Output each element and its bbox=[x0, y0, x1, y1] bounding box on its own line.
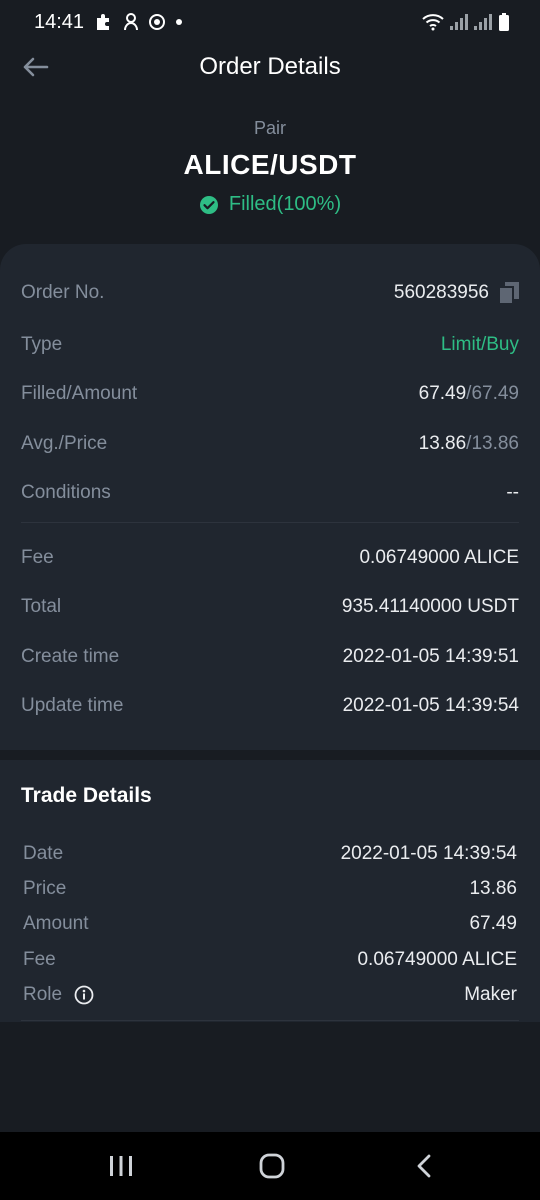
page-title: Order Details bbox=[199, 53, 341, 80]
status-time: 14:41 bbox=[34, 10, 85, 33]
filled-amount-label: Filled/Amount bbox=[21, 383, 138, 404]
filled-value: 67.49 bbox=[418, 383, 467, 404]
create-time-row: Create time 2022-01-05 14:39:51 bbox=[21, 642, 519, 672]
signal-icon-2 bbox=[474, 14, 492, 30]
home-button[interactable] bbox=[252, 1150, 292, 1182]
chevron-left-icon bbox=[417, 1154, 431, 1178]
trade-fee-label: Fee bbox=[23, 949, 56, 970]
trade-fee-row: Fee 0.06749000 ALICE bbox=[23, 946, 517, 974]
header: Order Details bbox=[0, 44, 540, 90]
avg-price-row: Avg./Price 13.86 /13.86 bbox=[21, 429, 519, 459]
type-row: Type Limit/Buy bbox=[21, 330, 519, 360]
status-bar: 14:41 bbox=[0, 0, 540, 44]
home-icon bbox=[259, 1153, 285, 1179]
divider bbox=[21, 1020, 519, 1021]
order-status: Filled(100%) bbox=[0, 193, 540, 216]
trade-price-label: Price bbox=[23, 878, 67, 899]
total-label: Total bbox=[21, 596, 62, 617]
order-no-row: Order No. 560283956 bbox=[21, 278, 519, 308]
fee-row: Fee 0.06749000 ALICE bbox=[21, 543, 519, 573]
pair-summary: Pair ALICE/USDT Filled(100%) bbox=[0, 118, 540, 216]
notification-app-icon bbox=[124, 13, 139, 31]
update-time-label: Update time bbox=[21, 695, 124, 716]
create-time-value: 2022-01-05 14:39:51 bbox=[342, 646, 519, 667]
conditions-row: Conditions -- bbox=[21, 478, 519, 508]
signal-icon bbox=[450, 14, 468, 30]
trade-date-value: 2022-01-05 14:39:54 bbox=[340, 843, 517, 864]
order-no-value: 560283956 bbox=[393, 282, 489, 303]
check-circle-icon bbox=[199, 195, 218, 214]
update-time-row: Update time 2022-01-05 14:39:54 bbox=[21, 691, 519, 721]
trade-price-row: Price 13.86 bbox=[23, 875, 517, 903]
system-nav-bar bbox=[0, 1132, 540, 1200]
nav-back-button[interactable] bbox=[404, 1150, 444, 1182]
trade-date-row: Date 2022-01-05 14:39:54 bbox=[23, 840, 517, 868]
conditions-value: -- bbox=[506, 482, 519, 503]
pair-label: Pair bbox=[253, 118, 286, 138]
pair-name: ALICE/USDT bbox=[183, 149, 357, 180]
order-status-text: Filled(100%) bbox=[228, 193, 342, 215]
filled-amount-row: Filled/Amount 67.49 /67.49 bbox=[21, 379, 519, 409]
info-icon[interactable] bbox=[74, 985, 94, 1005]
avg-value: 13.86 bbox=[418, 433, 467, 454]
copy-icon[interactable] bbox=[499, 282, 519, 304]
divider bbox=[21, 522, 519, 523]
trade-role-row: Role Maker bbox=[23, 981, 517, 1009]
type-label: Type bbox=[21, 334, 63, 355]
trade-fee-value: 0.06749000 ALICE bbox=[357, 949, 517, 970]
update-time-value: 2022-01-05 14:39:54 bbox=[342, 695, 519, 716]
total-value: 935.41140000 USDT bbox=[341, 596, 519, 617]
amount-value: /67.49 bbox=[466, 383, 519, 404]
trade-details-title: Trade Details bbox=[21, 784, 152, 807]
trade-role-label: Role bbox=[23, 984, 63, 1005]
create-time-label: Create time bbox=[21, 646, 120, 667]
trade-amount-row: Amount 67.49 bbox=[23, 910, 517, 938]
fee-value: 0.06749000 ALICE bbox=[359, 547, 519, 568]
fee-label: Fee bbox=[21, 547, 54, 568]
trade-amount-label: Amount bbox=[23, 913, 89, 934]
trade-price-value: 13.86 bbox=[469, 878, 517, 899]
trade-details-card: Trade Details Date 2022-01-05 14:39:54 P… bbox=[0, 760, 540, 1022]
order-details-card: Order No. 560283956 Type Limit/Buy Fille… bbox=[0, 244, 540, 750]
wifi-icon bbox=[422, 14, 444, 31]
puzzle-icon bbox=[97, 14, 110, 30]
battery-icon bbox=[499, 13, 509, 31]
arrow-left-icon bbox=[23, 57, 49, 77]
total-row: Total 935.41140000 USDT bbox=[21, 592, 519, 622]
conditions-label: Conditions bbox=[21, 482, 111, 503]
recent-apps-icon bbox=[110, 1156, 132, 1176]
messenger-icon bbox=[149, 14, 166, 30]
dot-icon bbox=[176, 19, 183, 25]
trade-date-label: Date bbox=[23, 843, 64, 864]
type-value: Limit/Buy bbox=[440, 334, 519, 355]
avg-price-label: Avg./Price bbox=[21, 433, 108, 454]
back-button[interactable] bbox=[20, 52, 50, 82]
trade-amount-value: 67.49 bbox=[469, 913, 517, 934]
trade-role-value: Maker bbox=[464, 984, 517, 1005]
price-value: /13.86 bbox=[466, 433, 519, 454]
order-no-label: Order No. bbox=[21, 282, 105, 303]
recent-apps-button[interactable] bbox=[101, 1150, 141, 1182]
